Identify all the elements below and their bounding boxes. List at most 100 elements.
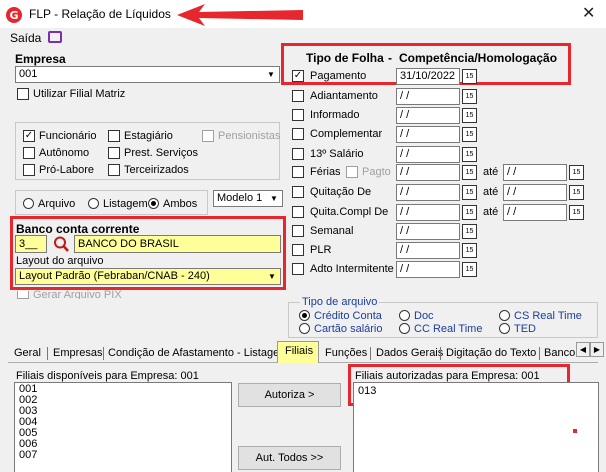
utilizar-filial-matriz-checkbox[interactable]	[17, 88, 29, 100]
folha-row-5-date-input[interactable]: / /	[396, 164, 460, 181]
gerar-pix-checkbox[interactable]	[17, 291, 29, 299]
calendar-icon[interactable]: 15	[462, 165, 477, 180]
list-item[interactable]: 003	[19, 406, 227, 417]
pagto-checkbox[interactable]	[346, 166, 358, 178]
menu-saida[interactable]: Saída	[10, 31, 41, 45]
ambos-radio[interactable]	[148, 198, 159, 209]
folha-row-7-date-end-input[interactable]: / /	[503, 204, 567, 221]
arquivo-radio[interactable]	[23, 198, 34, 209]
tab-filiais[interactable]: Filiais	[277, 341, 319, 363]
cs-real-time-radio[interactable]	[499, 310, 510, 321]
calendar-icon[interactable]: 15	[569, 185, 584, 200]
pro-labore-checkbox[interactable]	[23, 164, 35, 176]
calendar-icon[interactable]: 15	[462, 89, 477, 104]
folha-row-4-date-input[interactable]: / /	[396, 146, 460, 163]
terceirizados-checkbox[interactable]	[108, 164, 120, 176]
calendar-icon[interactable]: 15	[462, 147, 477, 162]
layout-combo[interactable]: Layout Padrão (Febraban/CNAB - 240) ▼	[15, 268, 281, 285]
estagiario-label: Estagiário	[124, 130, 173, 142]
folha-row-8-date-input[interactable]: / /	[396, 223, 460, 240]
folha-row-1-checkbox[interactable]	[292, 90, 304, 102]
tab-dados-gerais[interactable]: Dados Gerais	[376, 344, 443, 363]
filiais-disponiveis-list[interactable]: 001 002 003 004 005 006 007	[14, 382, 232, 472]
folha-row-8-checkbox[interactable]	[292, 225, 304, 237]
folha-row-3-date-input[interactable]: / /	[396, 126, 460, 143]
folha-row-1-date-input[interactable]: / /	[396, 88, 460, 105]
folha-row-7-date-input[interactable]: / /	[396, 204, 460, 221]
list-item[interactable]: 001	[19, 384, 227, 395]
calendar-icon[interactable]: 15	[462, 243, 477, 258]
folha-row-6-checkbox[interactable]	[292, 186, 304, 198]
chevron-down-icon[interactable]: ▼	[266, 191, 282, 206]
folha-row-6-date-end-input[interactable]: / /	[503, 184, 567, 201]
cartao-salario-radio[interactable]	[299, 323, 310, 334]
estagiario-checkbox[interactable]	[108, 130, 120, 142]
chevron-down-icon[interactable]: ▼	[264, 269, 280, 284]
calendar-icon[interactable]: 15	[569, 205, 584, 220]
list-item[interactable]: 004	[19, 417, 227, 428]
folha-row-10-checkbox[interactable]	[292, 263, 304, 275]
folha-row-0-date-input[interactable]: 31/10/2022	[396, 68, 460, 85]
list-item[interactable]: 006	[19, 439, 227, 450]
tab-funcoes[interactable]: Funções	[325, 344, 367, 363]
autorizar-todos-button[interactable]: Aut. Todos >>	[238, 446, 341, 470]
folha-row-4-checkbox[interactable]	[292, 148, 304, 160]
filiais-autorizadas-label: Filiais autorizadas para Empresa: 001	[355, 370, 540, 382]
tab-geral[interactable]: Geral	[14, 344, 41, 363]
folha-row-5-date-end-input[interactable]: / /	[503, 164, 567, 181]
calendar-icon[interactable]: 15	[462, 262, 477, 277]
credito-conta-radio[interactable]	[299, 310, 310, 321]
prest-servicos-label: Prest. Serviços	[124, 147, 198, 159]
tab-condicao-afastamento[interactable]: Condição de Afastamento - Listagem	[108, 344, 288, 363]
folha-row-2-date-input[interactable]: / /	[396, 107, 460, 124]
modelo-combo[interactable]: Modelo 1 ▼	[213, 190, 283, 207]
tab-digitacao-texto[interactable]: Digitação do Texto	[446, 344, 536, 363]
banco-codigo-input[interactable]: 3__	[15, 235, 47, 253]
search-icon[interactable]	[51, 235, 73, 253]
folha-row-2-checkbox[interactable]	[292, 109, 304, 121]
folha-row-7-checkbox[interactable]	[292, 206, 304, 218]
cc-real-time-radio[interactable]	[399, 323, 410, 334]
folha-row-3-checkbox[interactable]	[292, 128, 304, 140]
tab-banco[interactable]: Banco	[544, 344, 576, 363]
tab-scroll-right-icon[interactable]: ▶	[590, 342, 604, 357]
tab-empresas[interactable]: Empresas	[53, 344, 103, 363]
list-item[interactable]: 007	[19, 450, 227, 461]
filiais-autorizadas-list[interactable]: 013	[353, 382, 599, 472]
calendar-icon[interactable]: 15	[569, 165, 584, 180]
folha-row-6-date-input[interactable]: / /	[396, 184, 460, 201]
funcionario-checkbox[interactable]: ✓	[23, 130, 35, 142]
calendar-icon[interactable]: 15	[462, 127, 477, 142]
tab-scroll-left-icon[interactable]: ◀	[576, 342, 590, 357]
empresa-combo[interactable]: 001 ▼	[15, 66, 280, 83]
listagem-radio[interactable]	[88, 198, 99, 209]
list-item[interactable]: 005	[19, 428, 227, 439]
autoriza-button[interactable]: Autoriza >	[238, 383, 341, 407]
folha-row-5-ate-label: até	[483, 166, 499, 178]
calendar-icon[interactable]: 15	[462, 205, 477, 220]
folha-row-9-date-input[interactable]: / /	[396, 242, 460, 259]
ted-radio[interactable]	[499, 323, 510, 334]
calendar-icon[interactable]: 15	[462, 69, 477, 84]
folha-row-9-checkbox[interactable]	[292, 244, 304, 256]
arquivo-label: Arquivo	[38, 198, 76, 210]
calendar-icon[interactable]: 15	[462, 108, 477, 123]
pensionistas-checkbox[interactable]	[202, 130, 214, 142]
cartao-salario-label: Cartão salário	[314, 323, 383, 335]
doc-radio[interactable]	[399, 310, 410, 321]
calendar-icon[interactable]: 15	[462, 185, 477, 200]
red-dot-marker	[573, 429, 577, 433]
monitor-icon[interactable]	[48, 31, 62, 43]
folha-row-10-date-input[interactable]: / /	[396, 261, 460, 278]
list-item[interactable]: 013	[358, 386, 594, 397]
prest-servicos-checkbox[interactable]	[108, 147, 120, 159]
list-item[interactable]: 002	[19, 395, 227, 406]
folha-row-5-checkbox[interactable]	[292, 166, 304, 178]
autonomo-checkbox[interactable]	[23, 147, 35, 159]
close-button[interactable]: ✕	[582, 3, 595, 23]
folha-row-0-checkbox[interactable]: ✓	[292, 70, 304, 82]
folha-row-7-ate-label: até	[483, 206, 499, 218]
chevron-down-icon[interactable]: ▼	[263, 67, 279, 82]
folha-row-10-label: Adto Intermitente	[310, 263, 394, 275]
calendar-icon[interactable]: 15	[462, 224, 477, 239]
